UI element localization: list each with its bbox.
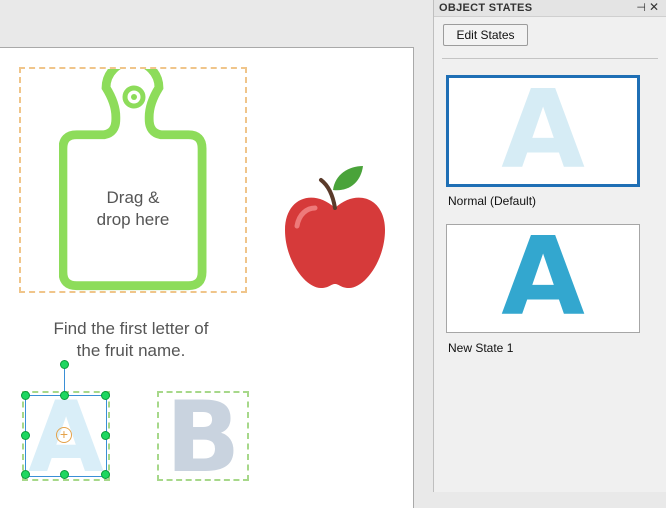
slide: Drag & drop here Find the first letter o… bbox=[0, 47, 414, 508]
state-thumbnail-normal[interactable]: A bbox=[446, 75, 640, 187]
letter-card-b[interactable]: B bbox=[157, 381, 249, 495]
drop-zone-label: Drag & drop here bbox=[96, 188, 170, 229]
close-icon[interactable]: ✕ bbox=[649, 0, 659, 14]
resize-handle-sw[interactable] bbox=[21, 470, 30, 479]
apple-icon[interactable] bbox=[283, 164, 387, 292]
cutting-board-icon bbox=[59, 69, 207, 291]
resize-handle-s[interactable] bbox=[60, 470, 69, 479]
resize-handle-nw[interactable] bbox=[21, 391, 30, 400]
state-label-normal: Normal (Default) bbox=[448, 194, 537, 208]
pin-icon[interactable]: ⊣ bbox=[636, 1, 646, 14]
letter-b: B bbox=[165, 381, 241, 495]
resize-handle-n[interactable] bbox=[60, 391, 69, 400]
rotate-handle[interactable] bbox=[60, 360, 69, 369]
panel-header: OBJECT STATES ⊣ ✕ bbox=[434, 0, 666, 17]
slide-canvas-area: Drag & drop here Find the first letter o… bbox=[0, 0, 433, 508]
edit-states-button[interactable]: Edit States bbox=[443, 24, 528, 46]
object-states-panel: OBJECT STATES ⊣ ✕ Edit States A Normal (… bbox=[433, 0, 666, 492]
resize-handle-ne[interactable] bbox=[101, 391, 110, 400]
state-thumbnail-new-state-1[interactable]: A bbox=[446, 224, 640, 333]
resize-handle-e[interactable] bbox=[101, 431, 110, 440]
state-letter: A bbox=[501, 68, 585, 193]
panel-divider bbox=[442, 58, 658, 59]
state-label-new-state-1: New State 1 bbox=[448, 341, 514, 355]
center-point-icon[interactable]: + bbox=[56, 427, 72, 443]
instruction-text: Find the first letter of the fruit name. bbox=[53, 319, 209, 360]
drop-target-zone[interactable]: Drag & drop here bbox=[19, 67, 247, 293]
resize-handle-w[interactable] bbox=[21, 431, 30, 440]
resize-handle-se[interactable] bbox=[101, 470, 110, 479]
panel-title: OBJECT STATES bbox=[439, 2, 533, 14]
state-letter: A bbox=[501, 215, 585, 340]
